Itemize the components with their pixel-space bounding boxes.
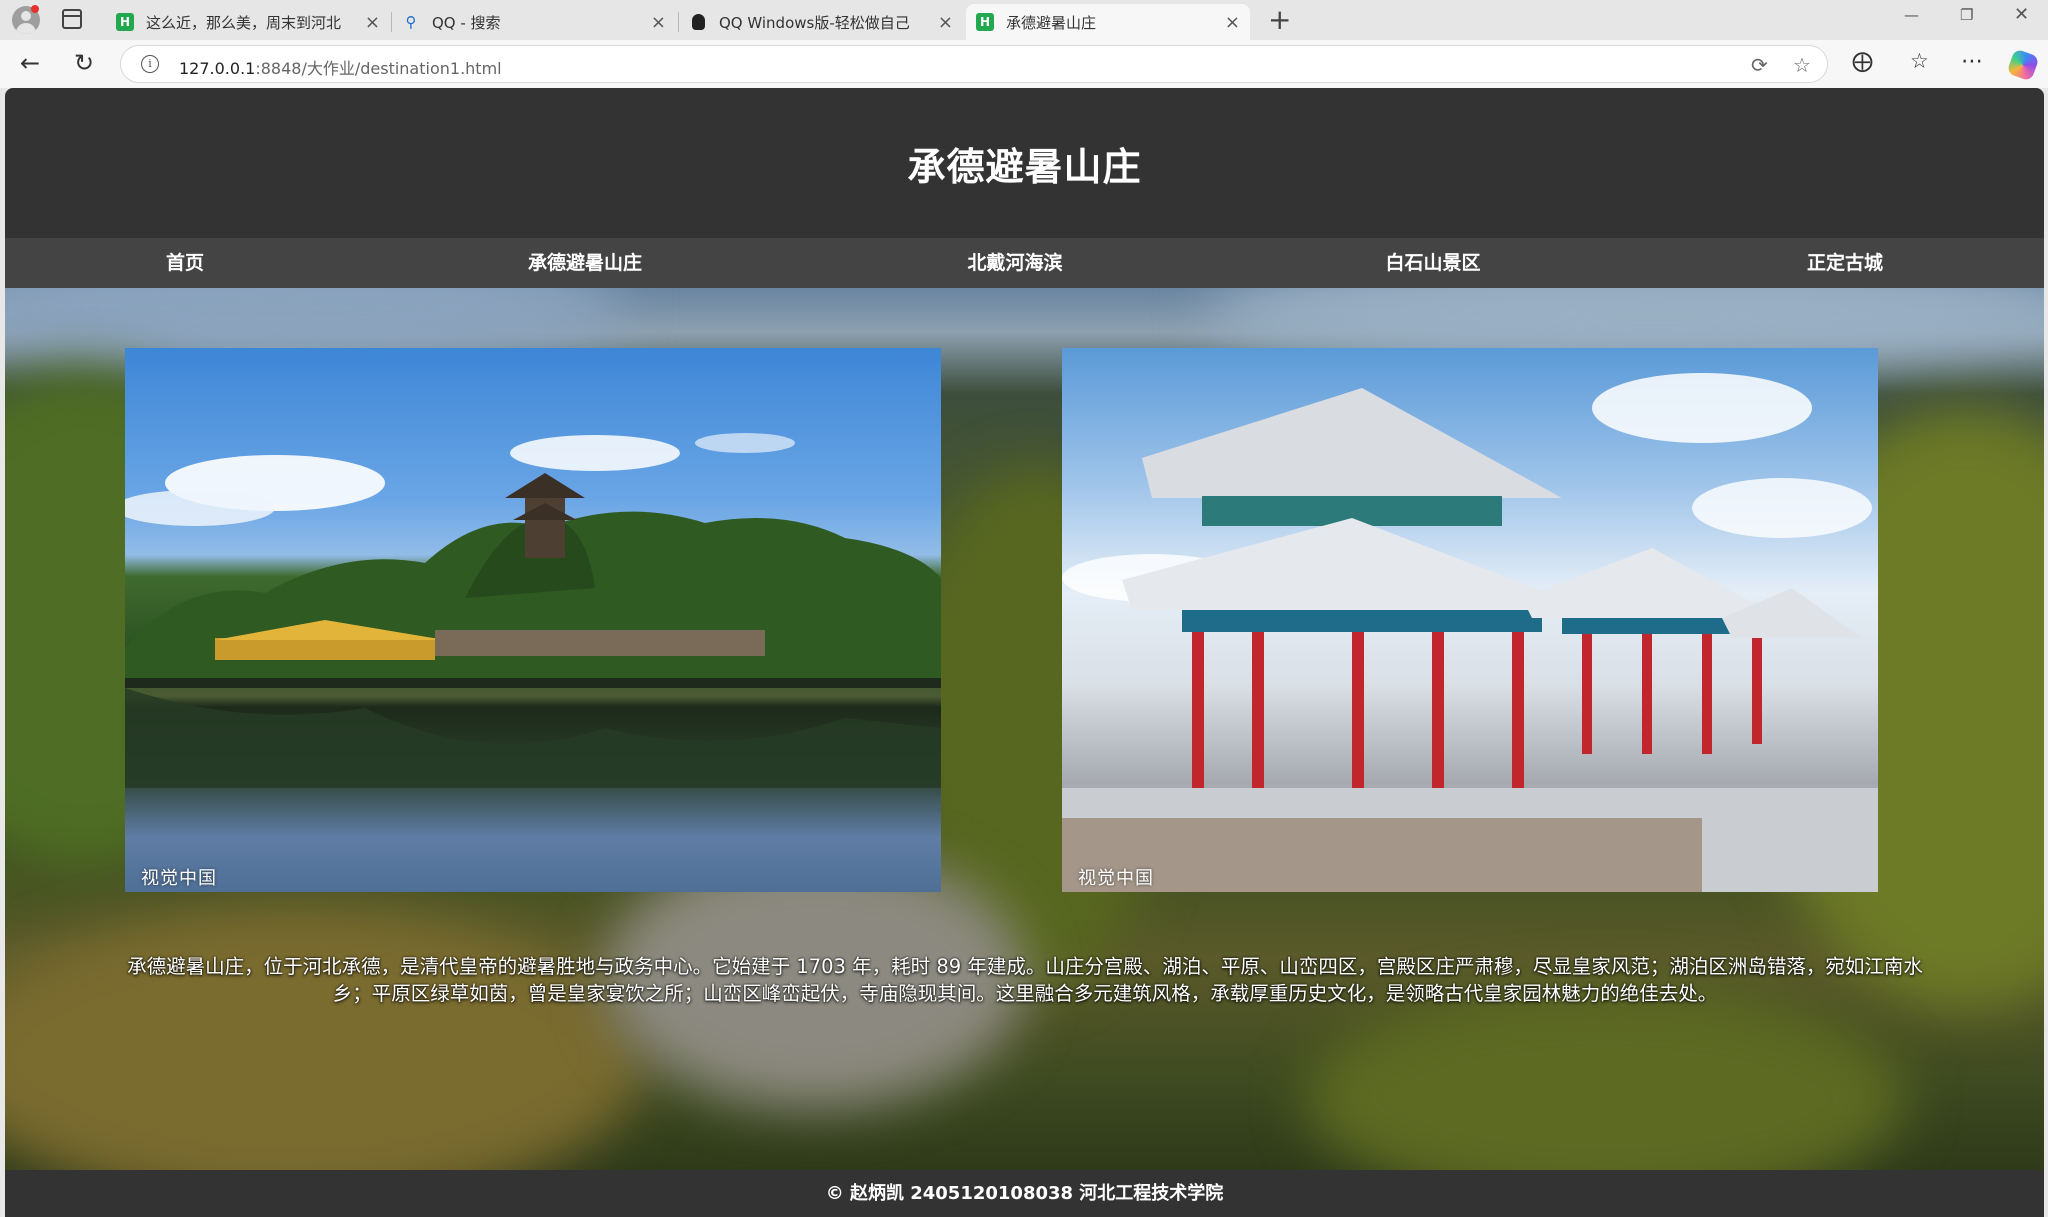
browser-tab-strip: H 这么近，那么美，周末到河北 × ⚲ QQ - 搜索 × QQ Windows… xyxy=(0,0,2048,40)
photo-watermark: 视觉中国 xyxy=(1078,868,1154,889)
address-bar[interactable]: i 127.0.0.1:8848/大作业/destination1.html ⟳… xyxy=(120,45,1828,83)
close-tab-icon[interactable]: × xyxy=(1225,12,1240,33)
translate-icon[interactable]: ⟳ xyxy=(1751,53,1768,77)
browser-tab-hebei[interactable]: H 这么近，那么美，周末到河北 × xyxy=(106,4,390,40)
photo-lake-pavilion: 视觉中国 xyxy=(125,348,941,892)
site-nav: 首页 承德避暑山庄 北戴河海滨 白石山景区 正定古城 xyxy=(5,238,2044,288)
hero-background: 视觉中国 视觉中国 承德避暑山庄，位于河北承德，是清代皇帝的避暑胜地与政务中心。… xyxy=(5,288,2044,1170)
url-path: :8848/大作业/destination1.html xyxy=(255,59,502,78)
destination-description: 承德避暑山庄，位于河北承德，是清代皇帝的避暑胜地与政务中心。它始建于 1703 … xyxy=(127,955,1923,1005)
browser-tab-qq-windows[interactable]: QQ Windows版-轻松做自己 × xyxy=(679,4,963,40)
nav-item-zhengding[interactable]: 正定古城 xyxy=(1807,238,1883,288)
site-info-icon[interactable]: i xyxy=(141,55,159,73)
favorites-list-icon[interactable]: ☆ xyxy=(1910,49,1929,73)
refresh-icon[interactable]: ↻ xyxy=(74,50,94,76)
browser-toolbar: ← ↻ i 127.0.0.1:8848/大作业/destination1.ht… xyxy=(0,40,2048,88)
village-blur xyxy=(5,908,645,1170)
close-tab-icon[interactable]: × xyxy=(938,12,953,33)
tab-title: QQ Windows版-轻松做自己 xyxy=(719,13,910,32)
back-arrow-icon[interactable]: ← xyxy=(20,50,40,76)
snowy-pavilion-illustration xyxy=(1062,373,1878,892)
minimize-icon[interactable]: — xyxy=(1904,6,1919,24)
qq-icon xyxy=(689,13,707,31)
tab-title: QQ - 搜索 xyxy=(432,13,501,32)
site-header: 承德避暑山庄 xyxy=(5,88,2044,238)
photo-snowy-pavilion: 视觉中国 xyxy=(1062,348,1878,892)
favorite-star-icon[interactable]: ☆ xyxy=(1793,53,1811,77)
site-footer: © 赵炳凯 2405120108038 河北工程技术学院 xyxy=(5,1170,2044,1217)
extensions-icon[interactable]: ⨁ xyxy=(1852,49,1873,73)
close-tab-icon[interactable]: × xyxy=(365,12,380,33)
new-tab-button[interactable]: + xyxy=(1268,4,1291,36)
url-host: 127.0.0.1 xyxy=(179,59,256,78)
close-tab-icon[interactable]: × xyxy=(651,12,666,33)
page-title: 承德避暑山庄 xyxy=(907,144,1142,189)
tab-title: 承德避暑山庄 xyxy=(1006,13,1097,32)
webpage: 承德避暑山庄 首页 承德避暑山庄 北戴河海滨 白石山景区 正定古城 视觉中国 视… xyxy=(5,88,2044,1217)
browser-tab-chengde[interactable]: H 承德避暑山庄 × xyxy=(966,4,1250,40)
h5-icon: H xyxy=(976,13,994,31)
tab-title: 这么近，那么美，周末到河北 xyxy=(146,13,342,32)
photo-watermark: 视觉中国 xyxy=(141,868,217,889)
nav-item-beidaihe[interactable]: 北戴河海滨 xyxy=(967,238,1062,288)
nav-item-chengde[interactable]: 承德避暑山庄 xyxy=(528,238,642,288)
browser-tab-qq-search[interactable]: ⚲ QQ - 搜索 × xyxy=(392,4,676,40)
nav-item-baishishan[interactable]: 白石山景区 xyxy=(1385,238,1480,288)
more-menu-icon[interactable]: ⋯ xyxy=(1961,49,1983,74)
nav-item-home[interactable]: 首页 xyxy=(166,238,204,288)
search-icon: ⚲ xyxy=(405,13,417,31)
tab-actions-menu-icon[interactable] xyxy=(62,9,82,29)
close-window-icon[interactable]: ✕ xyxy=(2014,4,2029,25)
restore-icon[interactable]: ❐ xyxy=(1960,6,1973,24)
notification-dot-icon xyxy=(31,5,39,13)
h5-icon: H xyxy=(116,13,134,31)
forest-blur xyxy=(1305,988,1905,1170)
lake-pavilion-illustration xyxy=(125,433,941,788)
address-url[interactable]: 127.0.0.1:8848/大作业/destination1.html xyxy=(179,55,502,79)
